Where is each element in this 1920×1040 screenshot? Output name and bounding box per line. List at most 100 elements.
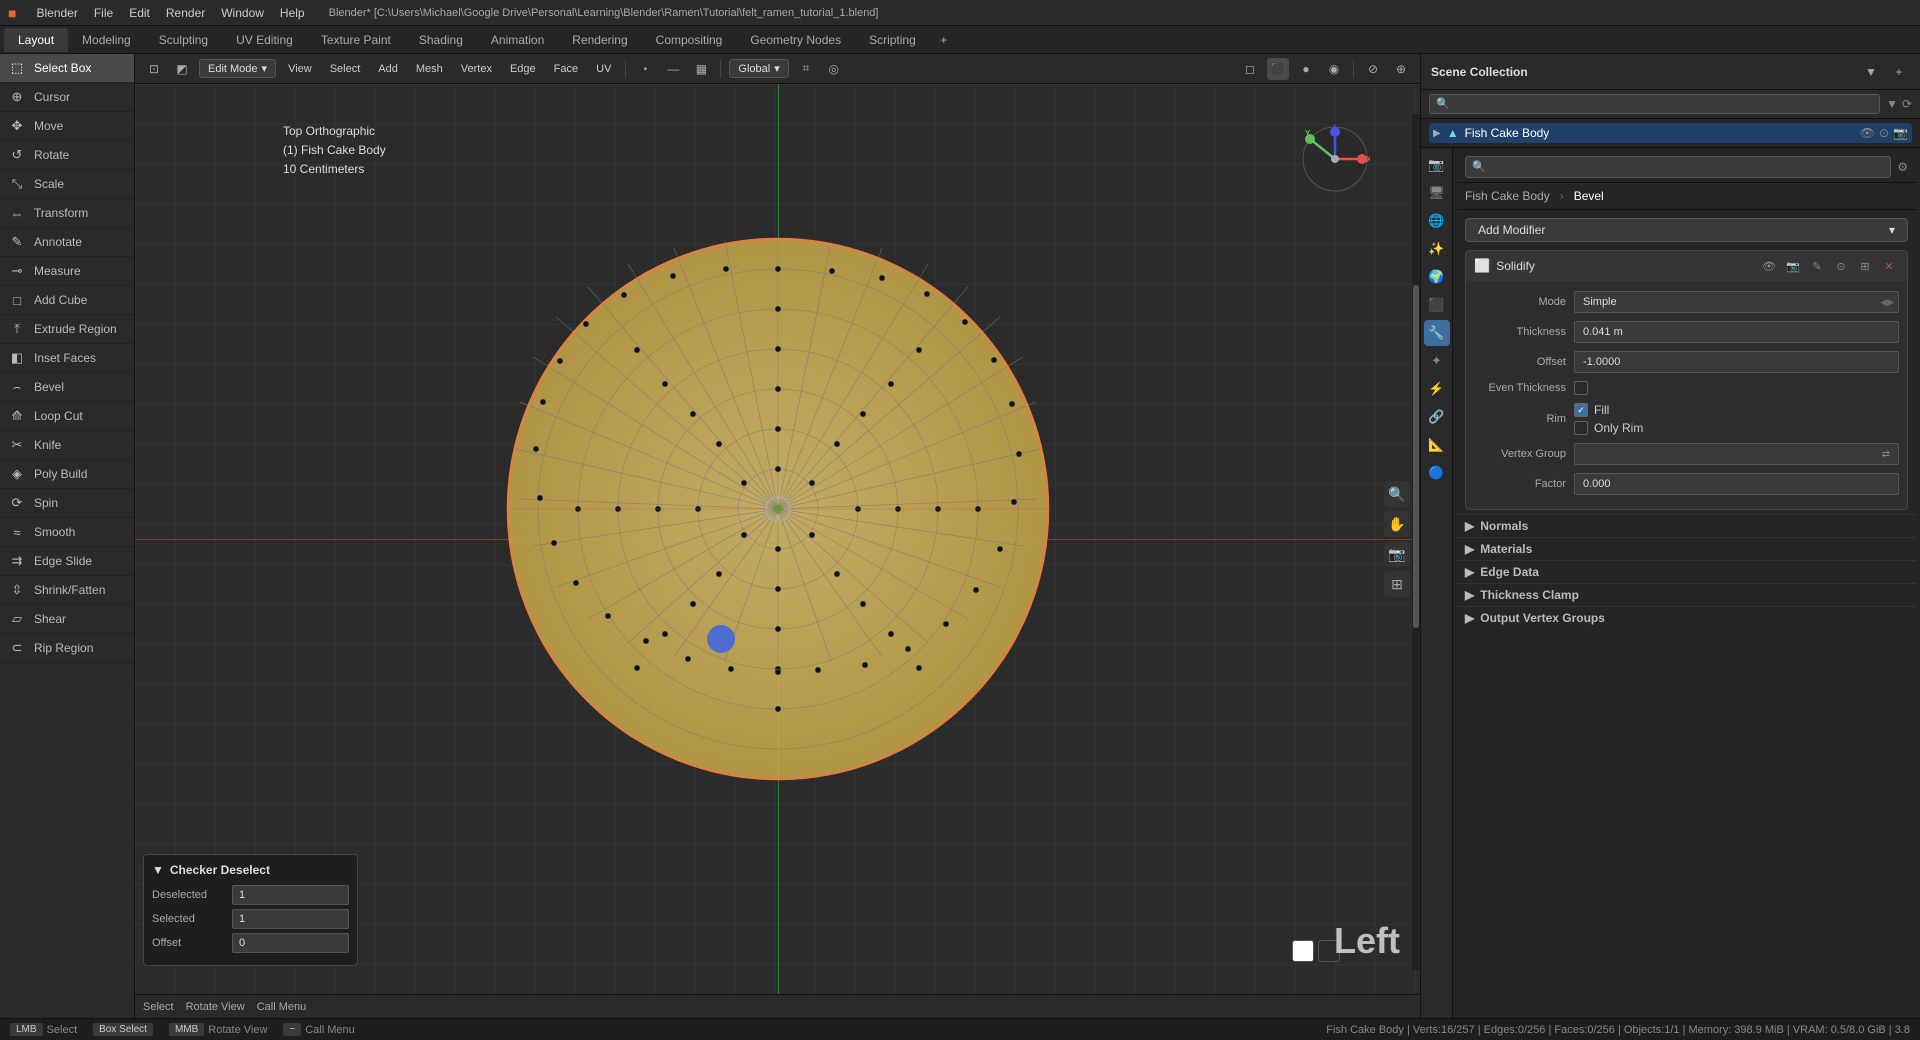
tab-uv-editing[interactable]: UV Editing: [222, 28, 307, 52]
tool-bevel[interactable]: ⌢ Bevel: [0, 373, 134, 402]
color-swatch-white[interactable]: [1292, 940, 1314, 962]
tool-rotate[interactable]: ↺ Rotate: [0, 141, 134, 170]
prop-icon-data[interactable]: 📐: [1424, 432, 1450, 458]
viewport-shading-material-btn[interactable]: ●: [1295, 58, 1317, 80]
outliner-filter-icon[interactable]: ▼: [1886, 97, 1898, 111]
face-menu-btn[interactable]: Face: [548, 61, 584, 77]
section-materials[interactable]: ▶ Materials: [1457, 537, 1916, 560]
solidify-card-header[interactable]: ⬜ Solidify 👁 📷 ✎ ⊙ ⊞ ✕: [1466, 251, 1907, 281]
edge-menu-btn[interactable]: Edge: [504, 61, 542, 77]
face-select-mode-btn[interactable]: ▦: [690, 58, 712, 80]
color-swatch-dark[interactable]: [1318, 940, 1340, 962]
viewport-tool-icon-1[interactable]: 🔍: [1384, 481, 1410, 507]
outliner-search-input[interactable]: [1429, 94, 1880, 114]
tab-scripting[interactable]: Scripting: [855, 28, 930, 52]
tool-move[interactable]: ✥ Move: [0, 112, 134, 141]
edge-select-mode-btn[interactable]: —: [662, 58, 684, 80]
view-menu-btn[interactable]: View: [282, 61, 318, 77]
viewport-shading-wire-btn[interactable]: ◻: [1239, 58, 1261, 80]
prop-icon-scene[interactable]: ✨: [1424, 236, 1450, 262]
proportional-edit-btn[interactable]: ◎: [823, 58, 845, 80]
prop-icon-particle[interactable]: ✦: [1424, 348, 1450, 374]
viewport-area[interactable]: ⊡ ◩ Edit Mode ▾ View Select Add Mesh Ver…: [135, 54, 1420, 1018]
prop-icon-view-layer[interactable]: 🌐: [1424, 208, 1450, 234]
snap-btn[interactable]: ⌗: [795, 58, 817, 80]
tab-shading[interactable]: Shading: [405, 28, 477, 52]
solidify-offset-value[interactable]: -1.0000: [1574, 351, 1899, 373]
tool-spin[interactable]: ⟳ Spin: [0, 489, 134, 518]
edit-mode-selector[interactable]: Edit Mode ▾: [199, 59, 276, 78]
menu-edit[interactable]: Edit: [121, 4, 158, 22]
prop-icon-world[interactable]: 🌍: [1424, 264, 1450, 290]
add-menu-btn[interactable]: Add: [372, 61, 404, 77]
tab-sculpting[interactable]: Sculpting: [145, 28, 222, 52]
section-output-vertex-groups[interactable]: ▶ Output Vertex Groups: [1457, 606, 1916, 629]
solidify-rim-fill-checkbox[interactable]: [1574, 403, 1588, 417]
solidify-editmode-toggle[interactable]: ✎: [1807, 256, 1827, 276]
breadcrumb-object[interactable]: Fish Cake Body: [1465, 189, 1550, 203]
viewport-tool-icon-2[interactable]: ✋: [1384, 511, 1410, 537]
viewport-overlay-icon[interactable]: ◩: [171, 58, 193, 80]
tool-cursor[interactable]: ⊕ Cursor: [0, 83, 134, 112]
outliner-sync-icon[interactable]: ⟳: [1902, 97, 1912, 111]
tool-scale[interactable]: ⤡ Scale: [0, 170, 134, 199]
uv-menu-btn[interactable]: UV: [590, 61, 617, 77]
checker-collapse-icon[interactable]: ▼: [152, 863, 164, 877]
tool-shrink-fatten[interactable]: ⇳ Shrink/Fatten: [0, 576, 134, 605]
prop-icon-render[interactable]: 📷: [1424, 152, 1450, 178]
tab-texture-paint[interactable]: Texture Paint: [307, 28, 405, 52]
checker-selected-value[interactable]: 1: [232, 909, 349, 929]
transform-orientation-btn[interactable]: Global ▾: [729, 59, 788, 78]
tab-layout[interactable]: Layout: [4, 28, 68, 52]
tool-transform[interactable]: ⇔ Transform: [0, 199, 134, 228]
tool-annotate[interactable]: ✎ Annotate: [0, 228, 134, 257]
mesh-menu-btn[interactable]: Mesh: [410, 61, 449, 77]
menu-render[interactable]: Render: [158, 4, 213, 22]
solidify-mode-value[interactable]: Simple ◀▶: [1574, 291, 1899, 313]
viewport-gizmo[interactable]: X Y Z: [1300, 124, 1370, 197]
tool-smooth[interactable]: ≈ Smooth: [0, 518, 134, 547]
prop-icon-material[interactable]: 🔵: [1424, 460, 1450, 486]
prop-icon-output[interactable]: 🖥: [1424, 180, 1450, 206]
tool-inset-faces[interactable]: ◧ Inset Faces: [0, 344, 134, 373]
tool-loop-cut[interactable]: ⟰ Loop Cut: [0, 402, 134, 431]
add-modifier-button[interactable]: Add Modifier ▾: [1465, 218, 1908, 242]
prop-icon-object[interactable]: ⬛: [1424, 292, 1450, 318]
select-menu-btn[interactable]: Select: [324, 61, 367, 77]
outliner-item-visibility-icon[interactable]: 👁: [1860, 126, 1875, 140]
viewport-overlay-toggle-btn[interactable]: ⊘: [1362, 58, 1384, 80]
menu-help[interactable]: Help: [272, 4, 313, 22]
prop-icon-modifier[interactable]: 🔧: [1424, 320, 1450, 346]
tool-measure[interactable]: ⊸ Measure: [0, 257, 134, 286]
vertex-menu-btn[interactable]: Vertex: [455, 61, 498, 77]
solidify-thickness-value[interactable]: 0.041 m: [1574, 321, 1899, 343]
viewport-shading-solid-btn[interactable]: ⬛: [1267, 58, 1289, 80]
solidify-duplicate-btn[interactable]: ⊞: [1855, 256, 1875, 276]
prop-icon-constraint[interactable]: 🔗: [1424, 404, 1450, 430]
tool-shear[interactable]: ▱ Shear: [0, 605, 134, 634]
viewport-scrollbar[interactable]: [1412, 114, 1420, 970]
gizmo-toggle-btn[interactable]: ⊕: [1390, 58, 1412, 80]
viewport-canvas[interactable]: Top Orthographic (1) Fish Cake Body 10 C…: [135, 84, 1420, 994]
viewport-shading-render-btn[interactable]: ◉: [1323, 58, 1345, 80]
properties-settings-icon[interactable]: ⚙: [1897, 160, 1908, 174]
section-thickness-clamp[interactable]: ▶ Thickness Clamp: [1457, 583, 1916, 606]
tool-edge-slide[interactable]: ⇉ Edge Slide: [0, 547, 134, 576]
checker-deselected-value[interactable]: 1: [232, 885, 349, 905]
tab-modeling[interactable]: Modeling: [68, 28, 145, 52]
prop-icon-physics[interactable]: ⚡: [1424, 376, 1450, 402]
tab-animation[interactable]: Animation: [477, 28, 558, 52]
add-workspace-button[interactable]: +: [934, 30, 954, 50]
menu-blender[interactable]: Blender: [28, 4, 85, 22]
tool-poly-build[interactable]: ◈ Poly Build: [0, 460, 134, 489]
tab-compositing[interactable]: Compositing: [642, 28, 737, 52]
properties-search-input[interactable]: [1465, 156, 1891, 178]
tool-select-box[interactable]: ⬚ Select Box: [0, 54, 134, 83]
solidify-factor-value[interactable]: 0.000: [1574, 473, 1899, 495]
tool-extrude-region[interactable]: ⤒ Extrude Region: [0, 315, 134, 344]
viewport-tool-icon-4[interactable]: ⊞: [1384, 571, 1410, 597]
outliner-item-fish-cake-body[interactable]: ▶ ▲ Fish Cake Body 👁 ⊙ 📷: [1429, 123, 1912, 143]
checker-offset-value[interactable]: 0: [232, 933, 349, 953]
viewport-tool-icon-3[interactable]: 📷: [1384, 541, 1410, 567]
tool-rip-region[interactable]: ⊂ Rip Region: [0, 634, 134, 663]
